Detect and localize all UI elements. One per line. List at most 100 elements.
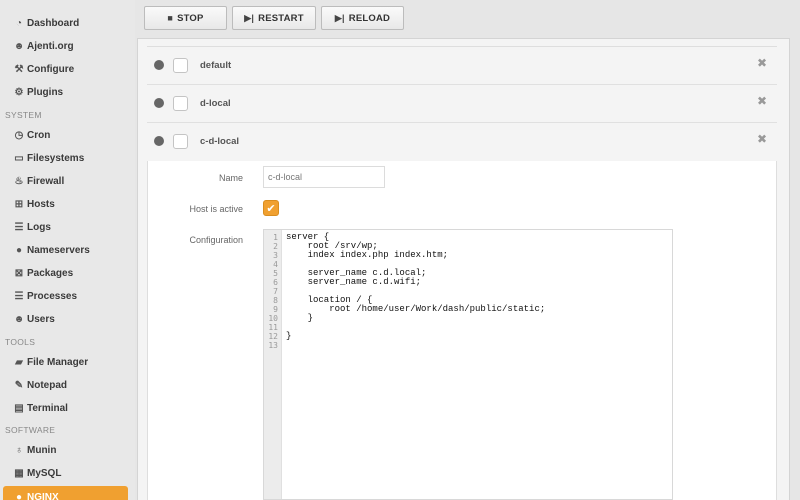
sidebar-item-label: Munin bbox=[27, 444, 57, 456]
sidebar-item-label: NGINX bbox=[27, 491, 59, 500]
line-number: 10 bbox=[268, 314, 278, 323]
dashboard-icon: ◔ bbox=[15, 17, 23, 29]
close-icon[interactable]: ✖ bbox=[757, 94, 767, 108]
code-lines[interactable]: server { root /srv/wp; index index.php i… bbox=[286, 233, 545, 350]
table-icon: ▦ bbox=[14, 467, 24, 479]
code-line: index index.php index.htm; bbox=[286, 250, 449, 260]
line-number: 12 bbox=[268, 332, 278, 341]
host-select-checkbox[interactable] bbox=[173, 58, 188, 73]
sidebar-item-label: Nameservers bbox=[27, 244, 90, 256]
line-number: 3 bbox=[273, 251, 278, 260]
close-icon[interactable]: ✖ bbox=[757, 56, 767, 70]
code-line: } bbox=[286, 313, 314, 323]
code-line: server_name c.d.wifi; bbox=[286, 277, 422, 287]
gift-icon: ⊠ bbox=[14, 267, 24, 279]
sidebar-item-label: Hosts bbox=[27, 198, 55, 210]
stop-button[interactable]: ■ STOP bbox=[144, 6, 227, 30]
sidebar-item-filesystems[interactable]: ▭ Filesystems bbox=[0, 147, 130, 169]
line-number: 6 bbox=[273, 278, 278, 287]
host-row-default[interactable]: default ✖ bbox=[147, 47, 777, 85]
sidebar-item-label: Ajenti.org bbox=[27, 40, 74, 52]
sidebar-item-logs[interactable]: ☰ Logs bbox=[0, 216, 130, 238]
sidebar-item-label: Plugins bbox=[27, 86, 64, 98]
sidebar-item-cron[interactable]: ◷ Cron bbox=[0, 124, 130, 146]
sidebar-item-nameservers[interactable]: ● Nameservers bbox=[0, 239, 130, 261]
sidebar-item-label: Firewall bbox=[27, 175, 65, 187]
host-active-checkbox[interactable]: ✔ bbox=[263, 200, 279, 216]
sidebar-item-processes[interactable]: ☰ Processes bbox=[0, 285, 130, 307]
sidebar-item-ajenti-org[interactable]: ☻ Ajenti.org bbox=[0, 35, 130, 57]
sidebar-item-dashboard[interactable]: ◔ Dashboard bbox=[0, 12, 130, 34]
close-icon[interactable]: ✖ bbox=[757, 132, 767, 146]
configuration-label: Configuration bbox=[189, 235, 243, 245]
sidebar-item-terminal[interactable]: ▤ Terminal bbox=[0, 397, 130, 419]
name-label: Name bbox=[218, 173, 243, 183]
sidebar-item-label: Filesystems bbox=[27, 152, 85, 164]
sidebar-item-label: Configure bbox=[27, 63, 75, 75]
line-number: 7 bbox=[273, 287, 278, 296]
sidebar-item-notepad[interactable]: ✎ Notepad bbox=[0, 374, 130, 396]
line-number: 2 bbox=[273, 242, 278, 251]
folder-icon: ▰ bbox=[15, 356, 23, 368]
edit-icon: ✎ bbox=[14, 379, 24, 391]
sidebar-item-packages[interactable]: ⊠ Packages bbox=[0, 262, 130, 284]
terminal-icon: ▤ bbox=[14, 402, 24, 414]
section-header-tools: TOOLS bbox=[5, 337, 36, 347]
sidebar-item-users[interactable]: ☻ Users bbox=[0, 308, 130, 330]
sidebar-item-label: Terminal bbox=[27, 402, 68, 414]
restart-button[interactable]: ▶| RESTART bbox=[232, 6, 316, 30]
sidebar-item-label: Cron bbox=[27, 129, 51, 141]
stop-icon: ■ bbox=[167, 13, 174, 23]
section-header-system: SYSTEM bbox=[5, 110, 42, 120]
configuration-editor[interactable]: 1 2 3 4 5 6 7 8 9 10 11 12 13 server { r… bbox=[263, 229, 673, 500]
name-field[interactable] bbox=[263, 166, 385, 188]
sidebar-item-nginx[interactable]: ● NGINX bbox=[3, 486, 128, 500]
host-row-d-local[interactable]: d-local ✖ bbox=[147, 85, 777, 123]
section-header-software: SOFTWARE bbox=[5, 425, 56, 435]
list-icon: ☰ bbox=[14, 221, 24, 233]
host-select-checkbox[interactable] bbox=[173, 96, 188, 111]
globe-icon: ● bbox=[15, 491, 23, 500]
line-number: 11 bbox=[268, 323, 278, 332]
sidebar-item-munin[interactable]: ♁ Munin bbox=[0, 439, 130, 461]
check-icon: ✔ bbox=[266, 202, 276, 215]
sidebar-item-configure[interactable]: ⚒ Configure bbox=[0, 58, 130, 80]
sidebar-item-plugins[interactable]: ⚙ Plugins bbox=[0, 81, 130, 103]
sidebar-item-mysql[interactable]: ▦ MySQL bbox=[0, 462, 130, 484]
line-number: 1 bbox=[273, 233, 278, 242]
sidebar-item-label: Users bbox=[27, 313, 55, 325]
users-icon: ☻ bbox=[13, 40, 25, 52]
host-name: d-local bbox=[200, 98, 231, 109]
step-forward-icon: ▶| bbox=[334, 12, 345, 23]
globe-icon bbox=[154, 60, 164, 70]
sidebar-item-hosts[interactable]: ⊞ Hosts bbox=[0, 193, 130, 215]
host-active-label: Host is active bbox=[189, 204, 243, 214]
sidebar-item-label: MySQL bbox=[27, 467, 62, 479]
sitemap-icon: ⊞ bbox=[14, 198, 24, 210]
line-number: 4 bbox=[273, 260, 278, 269]
line-number: 8 bbox=[273, 296, 278, 305]
code-line: } bbox=[286, 331, 292, 341]
sidebar-item-label: Processes bbox=[27, 290, 78, 302]
reload-button[interactable]: ▶| RELOAD bbox=[321, 6, 404, 30]
host-row-c-d-local[interactable]: c-d-local ✖ bbox=[147, 123, 777, 161]
host-select-checkbox[interactable] bbox=[173, 134, 188, 149]
host-name: default bbox=[200, 60, 232, 71]
sidebar-item-file-manager[interactable]: ▰ File Manager bbox=[0, 351, 130, 373]
stop-button-label: STOP bbox=[177, 12, 204, 24]
step-forward-icon: ▶| bbox=[244, 12, 255, 23]
sidebar-item-label: Notepad bbox=[27, 379, 67, 391]
sidebar-item-firewall[interactable]: ♨ Firewall bbox=[0, 170, 130, 192]
restart-button-label: RESTART bbox=[258, 12, 304, 24]
line-number: 5 bbox=[273, 269, 278, 278]
sidebar-item-label: Packages bbox=[27, 267, 74, 279]
host-name: c-d-local bbox=[200, 136, 240, 147]
stethoscope-icon: ♁ bbox=[15, 444, 23, 456]
sidebar-item-label: Dashboard bbox=[27, 17, 80, 29]
line-number: 13 bbox=[268, 341, 278, 350]
list-icon: ☰ bbox=[14, 290, 24, 302]
hdd-icon: ▭ bbox=[14, 152, 24, 164]
code-line: root /home/user/Work/dash/public/static; bbox=[286, 304, 546, 314]
line-number-gutter: 1 2 3 4 5 6 7 8 9 10 11 12 13 bbox=[264, 230, 282, 499]
